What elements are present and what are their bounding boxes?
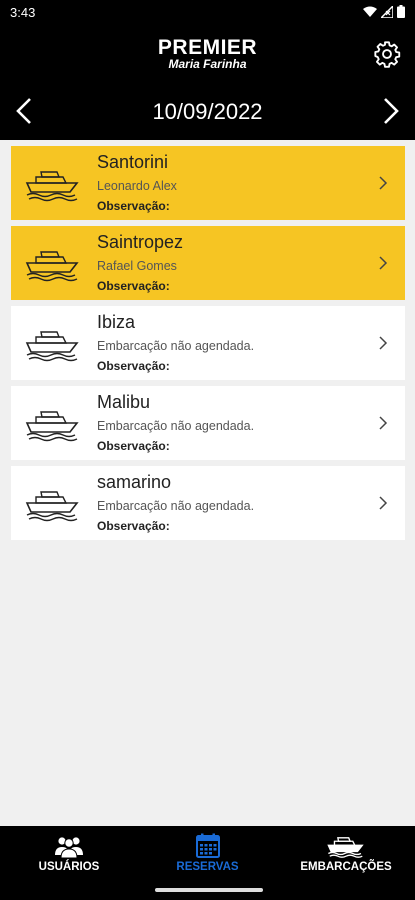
boat-name: Santorini (97, 152, 169, 172)
chevron-right-icon (379, 496, 388, 510)
signal-icon (381, 5, 393, 18)
boat-card[interactable]: samarino Embarcação não agendada. Observ… (11, 466, 405, 540)
wifi-icon (363, 6, 377, 17)
boat-name: Saintropez (97, 232, 184, 252)
nav-label: RESERVAS (176, 861, 239, 873)
settings-button[interactable] (373, 40, 401, 68)
logo-main-text: PREMIER (157, 36, 258, 59)
current-date: 10/09/2022 (152, 99, 263, 124)
boat-name: Ibiza (97, 312, 136, 332)
status-time: 3:43 (10, 5, 36, 20)
status-icons (363, 5, 405, 18)
observation-label: Observação: (97, 359, 170, 373)
observation-label: Observação: (97, 519, 170, 533)
boat-icon (25, 411, 79, 442)
logo: PREMIER Maria Farinha (0, 36, 415, 71)
boat-detail: Rafael Gomes (97, 259, 177, 273)
observation-label: Observação: (97, 439, 170, 453)
chevron-right-icon (379, 416, 388, 430)
boat-card[interactable]: Ibiza Embarcação não agendada. Observaçã… (11, 306, 405, 380)
boat-detail: Embarcação não agendada. (97, 419, 255, 433)
boat-list: Santorini Leonardo Alex Observação: Sain… (11, 146, 405, 546)
boat-name: samarino (97, 472, 172, 492)
date-navigation: 10/09/2022 (0, 82, 415, 140)
boat-card[interactable]: Malibu Embarcação não agendada. Observaç… (11, 386, 405, 460)
boat-icon (25, 331, 79, 362)
calendar-icon (138, 832, 277, 860)
chevron-right-icon (379, 176, 388, 190)
boat-detail: Embarcação não agendada. (97, 339, 255, 353)
app-header: PREMIER Maria Farinha (0, 26, 415, 82)
boat-detail: Leonardo Alex (97, 179, 177, 193)
boat-card[interactable]: Saintropez Rafael Gomes Observação: (11, 226, 405, 300)
users-icon (0, 832, 138, 860)
status-bar: 3:43 (0, 0, 415, 26)
chevron-right-icon (384, 98, 399, 124)
nav-label: EMBARCAÇÕES (300, 861, 392, 873)
boat-icon (277, 832, 415, 860)
chevron-right-icon (379, 256, 388, 270)
chevron-right-icon (379, 336, 388, 350)
observation-label: Observação: (97, 199, 170, 213)
nav-tab-embarcacoes[interactable]: EMBARCAÇÕES (277, 826, 415, 900)
boat-icon (25, 491, 79, 522)
nav-tab-usuarios[interactable]: USUÁRIOS (0, 826, 138, 900)
nav-label: USUÁRIOS (38, 861, 100, 873)
boat-card[interactable]: Santorini Leonardo Alex Observação: (11, 146, 405, 220)
gear-icon (374, 41, 401, 68)
boat-icon (25, 251, 79, 282)
logo-sub-text: Maria Farinha (168, 57, 247, 71)
battery-icon (397, 5, 405, 18)
boat-detail: Embarcação não agendada. (97, 499, 255, 513)
boat-icon (25, 171, 79, 202)
observation-label: Observação: (97, 279, 170, 293)
home-indicator[interactable] (155, 888, 263, 892)
next-date-button[interactable] (377, 96, 403, 126)
boat-name: Malibu (97, 392, 151, 412)
